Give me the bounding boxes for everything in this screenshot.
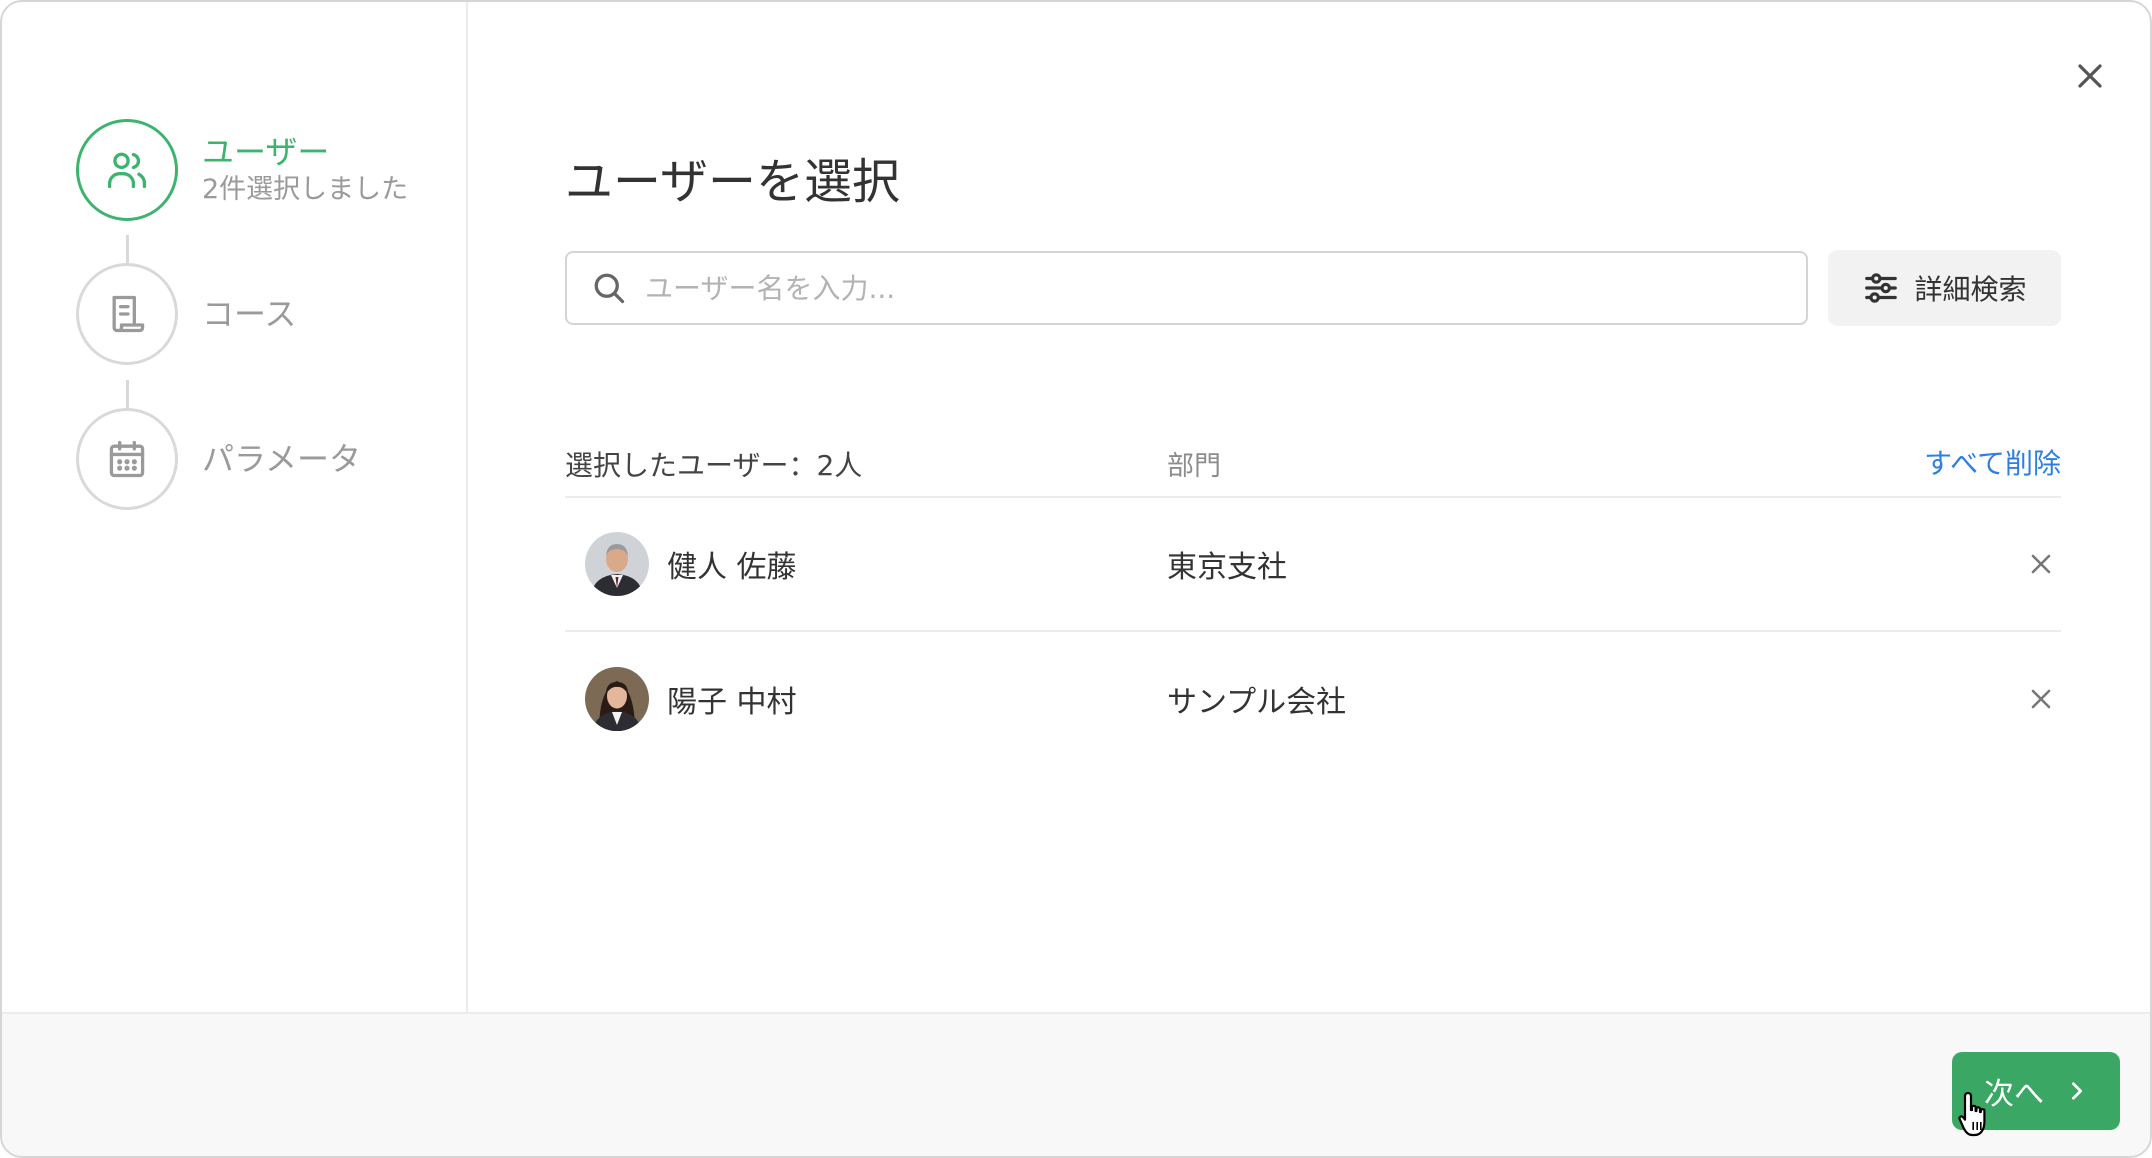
step-connector: [126, 380, 129, 410]
selected-count-label: 選択したユーザー：2人: [565, 449, 863, 482]
hand-cursor-icon: [1958, 1091, 1986, 1137]
search-icon: [591, 270, 627, 306]
step-parameters-label: パラメータ: [202, 440, 362, 478]
course-document-icon: [112, 295, 145, 333]
advanced-search-label: 詳細検索: [1914, 273, 2027, 306]
step-course-circle: [76, 263, 178, 365]
step-users-circle: [76, 119, 178, 221]
users-icon: [107, 152, 147, 189]
remove-user-button[interactable]: [2023, 546, 2059, 582]
table-row: 健人 佐藤 東京支社: [565, 498, 2061, 632]
close-button[interactable]: [2068, 54, 2112, 98]
clear-all-link[interactable]: すべて削除: [1924, 442, 2061, 482]
remove-user-button[interactable]: [2023, 681, 2059, 717]
department-column-header: 部門: [1167, 451, 1221, 482]
page-title: ユーザーを選択: [565, 154, 901, 210]
user-name: 健人 佐藤: [667, 550, 797, 585]
step-course[interactable]: コース: [76, 263, 296, 365]
step-users-label: ユーザー: [202, 133, 330, 171]
user-department: 東京支社: [1167, 550, 1287, 585]
table-row: 陽子 中村 サンプル会社: [565, 633, 2061, 767]
search-box[interactable]: [565, 251, 1808, 325]
step-parameters[interactable]: パラメータ: [76, 408, 361, 510]
step-users[interactable]: ユーザー 2件選択しました: [76, 119, 408, 221]
search-input[interactable]: [643, 270, 1743, 306]
step-connector: [126, 235, 129, 263]
advanced-search-button[interactable]: 詳細検索: [1828, 250, 2061, 326]
close-icon: [2031, 554, 2051, 574]
stepper-sidebar: ユーザー 2件選択しました コース パラメータ: [2, 2, 468, 1012]
selected-users-header: 選択したユーザー：2人 部門 すべて削除: [565, 438, 2061, 498]
dialog-footer: 次へ: [2, 1012, 2150, 1156]
avatar: [585, 667, 649, 731]
calendar-icon: [109, 440, 145, 478]
sliders-icon: [1865, 273, 1898, 303]
avatar: [585, 532, 649, 596]
user-name: 陽子 中村: [667, 685, 797, 720]
user-department: サンプル会社: [1167, 685, 1347, 720]
step-course-label: コース: [202, 295, 297, 333]
step-users-sub: 2件選択しました: [202, 174, 409, 205]
close-icon: [2031, 689, 2051, 709]
next-button-label: 次へ: [1984, 1077, 2044, 1112]
step-parameters-circle: [76, 408, 178, 510]
chevron-right-icon: [2071, 1082, 2083, 1100]
close-icon: [2078, 64, 2102, 88]
select-users-dialog: ユーザー 2件選択しました コース パラメータ ユーザーを選択 ユーザー名を入力…: [0, 0, 2152, 1158]
